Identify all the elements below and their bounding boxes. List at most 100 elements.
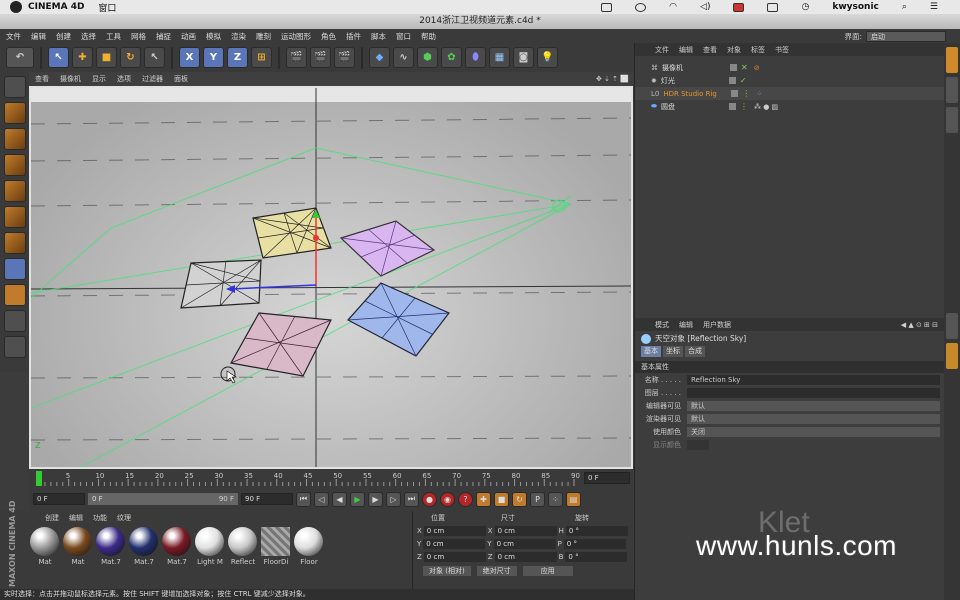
display-color-swatch[interactable]: [687, 440, 709, 450]
side-tab-layers[interactable]: [946, 313, 958, 339]
battery-icon[interactable]: [767, 2, 779, 12]
app-menu[interactable]: CINEMA 4D: [28, 2, 84, 12]
material-swatch[interactable]: Light M: [195, 527, 225, 566]
menu-sculpt[interactable]: 雕刻: [256, 31, 271, 42]
material-swatch[interactable]: Reflect: [228, 527, 258, 566]
cube-icon[interactable]: ◆: [369, 47, 390, 68]
menu-help[interactable]: 帮助: [421, 31, 436, 42]
axis-mode-icon[interactable]: [3, 258, 26, 280]
enable-check-icon[interactable]: ✕: [741, 63, 748, 72]
menu-select[interactable]: 选择: [81, 31, 96, 42]
menu-animate[interactable]: 动画: [181, 31, 196, 42]
menu-window[interactable]: 窗口: [396, 31, 411, 42]
render-settings-icon[interactable]: 🎬: [334, 47, 355, 68]
current-frame-field[interactable]: 0 F: [584, 472, 630, 484]
object-row[interactable]: ⌘ 摄像机 ✕ ⊘: [635, 61, 944, 74]
go-end-icon[interactable]: ⏭: [404, 491, 419, 507]
om-menu-tags[interactable]: 标签: [751, 45, 765, 55]
tile-yellow[interactable]: [252, 207, 332, 259]
apple-icon[interactable]: [10, 1, 22, 13]
key-scale-icon[interactable]: ■: [494, 491, 509, 507]
go-start-icon[interactable]: ⏮: [296, 491, 311, 507]
viewport-nav-icon[interactable]: ✥ ⇣ ⇡ ⬜: [596, 75, 633, 83]
object-name[interactable]: 摄像机: [662, 63, 730, 73]
key-position-icon[interactable]: ✚: [476, 491, 491, 507]
select-tool-icon[interactable]: ↖: [48, 47, 69, 68]
menu-simulate[interactable]: 模拟: [206, 31, 221, 42]
menu-edit[interactable]: 编辑: [31, 31, 46, 42]
enable-check-icon[interactable]: ✓: [740, 76, 747, 85]
keyframe-selection-icon[interactable]: ?: [458, 491, 473, 507]
prev-frame-icon[interactable]: ◀: [332, 491, 347, 507]
tile-blue[interactable]: [347, 282, 450, 357]
mm-menu-create[interactable]: 创建: [45, 513, 59, 523]
polygons-mode-icon[interactable]: [3, 232, 26, 254]
menu-render[interactable]: 渲染: [231, 31, 246, 42]
visibility-toggle[interactable]: [730, 64, 737, 71]
enable-check-icon[interactable]: ⋮: [742, 89, 750, 98]
material-swatch[interactable]: Mat.7: [162, 527, 192, 566]
lock-icon[interactable]: [3, 336, 26, 358]
om-menu-edit[interactable]: 编辑: [679, 45, 693, 55]
next-frame-icon[interactable]: ▶: [368, 491, 383, 507]
size-z-field[interactable]: 0 cm: [494, 551, 557, 562]
clock-icon[interactable]: ◷: [801, 2, 809, 12]
vp-menu-filter[interactable]: 过滤器: [142, 74, 163, 84]
tile-grey[interactable]: [180, 259, 262, 309]
play-icon[interactable]: ▶: [350, 491, 365, 507]
vp-menu-panel[interactable]: 面板: [174, 74, 188, 84]
material-swatch[interactable]: Mat.7: [96, 527, 126, 566]
om-menu-object[interactable]: 对象: [727, 45, 741, 55]
rot-b-field[interactable]: 0 °: [565, 551, 628, 562]
render-picture-icon[interactable]: 🎬: [310, 47, 331, 68]
magnet-icon[interactable]: [3, 284, 26, 306]
key-rotation-icon[interactable]: ↻: [512, 491, 527, 507]
recent-tool-icon[interactable]: ↖: [144, 47, 165, 68]
object-row[interactable]: ⬬ 圆盘 ⋮ ⁂ ● ▨: [635, 100, 944, 113]
playhead[interactable]: [36, 471, 42, 486]
layer-input[interactable]: [687, 388, 940, 398]
workplane-icon[interactable]: [3, 154, 26, 176]
x-axis-icon[interactable]: X: [179, 47, 200, 68]
pos-x-field[interactable]: 0 cm: [423, 525, 486, 536]
scale-tool-icon[interactable]: ■: [96, 47, 117, 68]
visibility-toggle[interactable]: [728, 103, 736, 110]
layout-select[interactable]: 启动: [866, 30, 946, 42]
menu-file[interactable]: 文件: [6, 31, 21, 42]
menu-tools[interactable]: 工具: [106, 31, 121, 42]
autokey-icon[interactable]: ◉: [440, 491, 455, 507]
object-row[interactable]: ✹ 灯光 ✓: [635, 74, 944, 87]
menu-script[interactable]: 脚本: [371, 31, 386, 42]
key-param-icon[interactable]: P: [530, 491, 545, 507]
flag-icon[interactable]: [733, 2, 745, 12]
timeline-window-icon[interactable]: ▤: [566, 491, 581, 507]
volume-icon[interactable]: ◁): [700, 2, 710, 12]
apply-button[interactable]: 应用: [522, 566, 573, 576]
object-row[interactable]: L0 HDR Studio Rig ⋮ ⁘: [635, 87, 944, 100]
target-tag-icon[interactable]: ⊘: [754, 64, 760, 72]
am-menu-mode[interactable]: 模式: [655, 320, 669, 330]
object-name[interactable]: 灯光: [661, 76, 729, 86]
vp-menu-display[interactable]: 显示: [92, 74, 106, 84]
spline-icon[interactable]: ∿: [393, 47, 414, 68]
next-key-icon[interactable]: ▷: [386, 491, 401, 507]
model-mode-icon[interactable]: [3, 102, 26, 124]
key-pla-icon[interactable]: ⁘: [548, 491, 563, 507]
material-swatch[interactable]: FloorDi: [261, 527, 291, 566]
tab-compositing[interactable]: 合成: [685, 346, 705, 357]
enable-check-icon[interactable]: ⋮: [740, 102, 748, 111]
render-view-icon[interactable]: 🎬: [286, 47, 307, 68]
side-tab-attributes[interactable]: [946, 343, 958, 369]
record-icon[interactable]: ●: [422, 491, 437, 507]
camera-icon[interactable]: ◙: [513, 47, 534, 68]
texture-mode-icon[interactable]: [3, 128, 26, 150]
coord-system-icon[interactable]: ⊞: [251, 47, 272, 68]
deformer-icon[interactable]: ⬮: [465, 47, 486, 68]
vp-menu-view[interactable]: 查看: [35, 74, 49, 84]
size-mode-select[interactable]: 绝对尺寸: [476, 566, 517, 576]
om-menu-bookmarks[interactable]: 书签: [775, 45, 789, 55]
material-swatch[interactable]: Floor: [294, 527, 324, 566]
xpresso-tag-icon[interactable]: ⁘: [756, 90, 762, 98]
window-menu[interactable]: 窗口: [98, 1, 116, 14]
pos-y-field[interactable]: 0 cm: [423, 538, 486, 549]
